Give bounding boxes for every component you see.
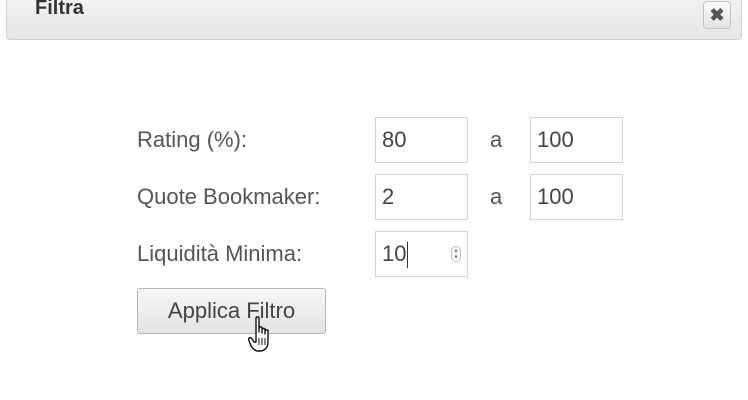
odds-to-value: 100 — [537, 184, 574, 209]
rating-from-value: 80 — [382, 127, 407, 152]
dialog-titlebar: Filtra ✖ — [6, 0, 742, 40]
liquidity-value: 10 — [382, 241, 407, 266]
number-spinner-icon[interactable]: ▴ ▾ — [451, 246, 461, 262]
dialog-title: Filtra — [35, 0, 84, 19]
apply-filter-button[interactable]: Applica Filtro — [137, 288, 326, 334]
close-icon: ✖ — [709, 5, 725, 25]
odds-from-value: 2 — [382, 184, 395, 209]
close-button[interactable]: ✖ — [703, 1, 731, 29]
liquidity-label: Liquidità Minima: — [137, 241, 303, 266]
odds-separator: a — [490, 184, 503, 209]
liquidity-input[interactable]: 10 ▴ ▾ — [375, 231, 468, 277]
hand-pointer-icon — [248, 316, 269, 352]
rating-from-input[interactable]: 80 — [375, 117, 468, 163]
text-caret — [407, 242, 409, 269]
odds-to-input[interactable]: 100 — [530, 174, 623, 220]
rating-to-input[interactable]: 100 — [530, 117, 623, 163]
odds-from-input[interactable]: 2 — [375, 174, 468, 220]
rating-label: Rating (%): — [137, 127, 248, 152]
odds-label: Quote Bookmaker: — [137, 184, 321, 209]
filter-dialog: Filtra ✖ Rating (%): 80 a 100 Quote Book… — [0, 0, 748, 400]
rating-separator: a — [490, 127, 503, 152]
rating-to-value: 100 — [537, 127, 574, 152]
